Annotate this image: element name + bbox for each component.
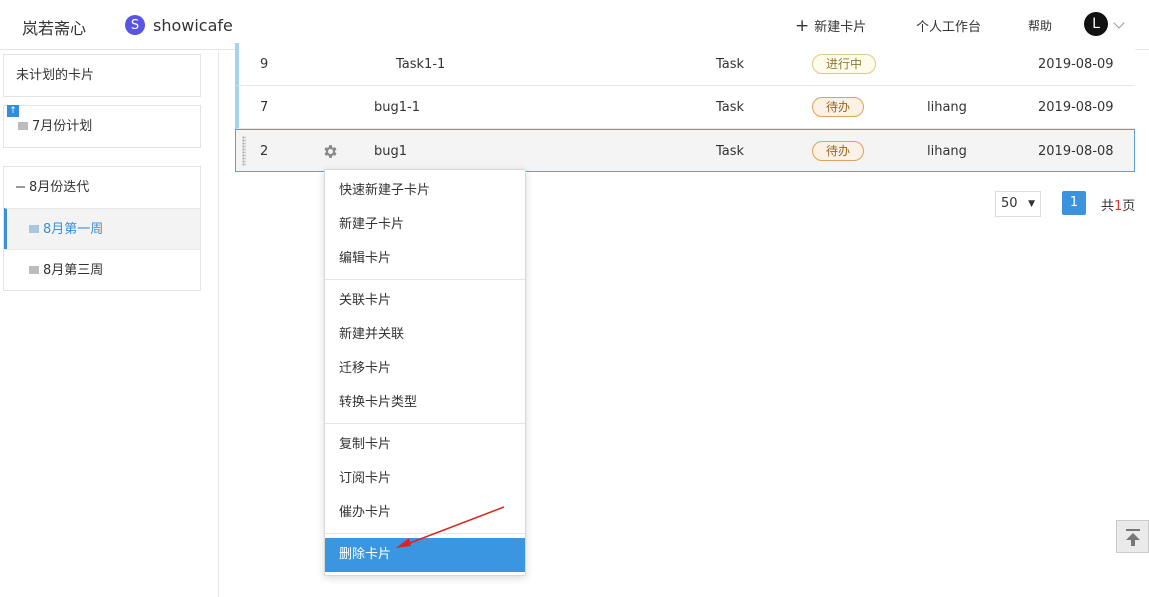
page-total-prefix: 共 [1101,199,1115,214]
sidebar-item-label: 8月份迭代 [29,180,90,195]
menu-item-copy[interactable]: 复制卡片 [325,428,525,462]
help-link[interactable]: 帮助 [1028,17,1052,34]
card-table: 9 Task1-1 Task 进行中 2019-08-09 7 bug1-1 T… [235,43,1135,172]
page-size-select[interactable]: 50 ▼ [995,191,1041,217]
sidebar-item-aug-iteration[interactable]: 8月份迭代 [4,167,200,208]
row-id: 9 [260,57,269,72]
sidebar-group-unplanned: 未计划的卡片 [3,54,201,97]
menu-item-link[interactable]: 关联卡片 [325,284,525,318]
project-badge-icon: S [125,15,145,35]
row-owner: lihang [927,100,967,115]
row-owner: lihang [927,144,967,159]
menu-item-new-child[interactable]: 新建子卡片 [325,208,525,242]
menu-item-quick-new-child[interactable]: 快速新建子卡片 [325,174,525,208]
sidebar-item-label: 8月第三周 [43,263,104,278]
status-badge[interactable]: 进行中 [812,54,877,74]
menu-item-migrate[interactable]: 迁移卡片 [325,352,525,386]
page-total-suffix: 页 [1122,199,1136,214]
menu-item-edit[interactable]: 编辑卡片 [325,242,525,276]
plus-icon: + [795,15,810,36]
table-row[interactable]: 7 bug1-1 Task 待办 lihang 2019-08-09 [235,86,1135,129]
folder-icon [29,265,39,274]
row-type: Task [716,144,745,159]
page-button-current[interactable]: 1 [1062,191,1086,215]
gear-icon[interactable] [322,143,339,160]
sidebar-group-july: ↑ 7月份计划 [3,105,201,148]
back-to-top-icon[interactable] [1116,520,1149,553]
menu-item-convert-type[interactable]: 转换卡片类型 [325,386,525,420]
status-badge[interactable]: 待办 [812,97,865,117]
row-date: 2019-08-09 [1038,100,1114,115]
menu-item-delete[interactable]: 删除卡片 [325,538,525,572]
row-title[interactable]: Task1-1 [396,43,445,86]
row-date: 2019-08-08 [1038,144,1114,159]
menu-item-subscribe[interactable]: 订阅卡片 [325,462,525,496]
row-title[interactable]: bug1 [374,130,407,173]
card-context-menu: 快速新建子卡片 新建子卡片 编辑卡片 关联卡片 新建并关联 迁移卡片 转换卡片类… [324,169,526,576]
chevron-down-icon: ▼ [1028,199,1035,209]
menu-divider [325,533,525,534]
avatar[interactable]: L [1084,12,1108,36]
new-card-label: 新建卡片 [814,20,867,35]
brand-name[interactable]: 岚若斋心 [22,15,86,39]
collapse-icon[interactable] [16,185,25,188]
table-row[interactable]: 9 Task1-1 Task 进行中 2019-08-09 [235,43,1135,86]
sidebar-item-july-plan[interactable]: 7月份计划 [4,106,200,147]
sidebar-item-aug-week3[interactable]: 8月第三周 [4,249,200,290]
sidebar-item-aug-week1[interactable]: 8月第一周 [4,208,200,249]
chevron-down-icon[interactable] [1113,17,1125,29]
menu-divider [325,279,525,280]
status-badge[interactable]: 待办 [812,141,865,161]
table-row-selected[interactable]: 2 bug1 Task 待办 lihang 2019-08-08 [235,129,1135,172]
row-title[interactable]: bug1-1 [374,86,420,129]
page-total: 共1页 [1101,195,1135,214]
sidebar-item-label: 未计划的卡片 [16,68,95,83]
row-type: Task [716,57,745,72]
menu-item-new-and-link[interactable]: 新建并关联 [325,318,525,352]
drag-handle-icon[interactable] [242,136,246,166]
folder-icon [18,121,28,130]
workspace-link[interactable]: 个人工作台 [916,16,981,35]
menu-divider [325,423,525,424]
page-size-value: 50 [1001,196,1018,211]
sidebar-item-label: 8月第一周 [43,222,104,237]
folder-icon [29,224,39,233]
new-card-button[interactable]: + 新建卡片 [795,16,866,35]
project-name: showicafe [153,15,233,35]
row-date: 2019-08-09 [1038,57,1114,72]
sidebar-item-unplanned[interactable]: 未计划的卡片 [4,55,200,96]
row-id: 7 [260,100,269,115]
project-switcher[interactable]: S showicafe [125,15,233,35]
sidebar-item-label: 7月份计划 [32,119,93,134]
sidebar: 未计划的卡片 ↑ 7月份计划 8月份迭代 8月第一周 8月第三周 [0,51,219,597]
menu-item-urge[interactable]: 催办卡片 [325,496,525,530]
row-id: 2 [260,144,269,159]
row-type: Task [716,100,745,115]
sidebar-group-august: 8月份迭代 8月第一周 8月第三周 [3,166,201,291]
